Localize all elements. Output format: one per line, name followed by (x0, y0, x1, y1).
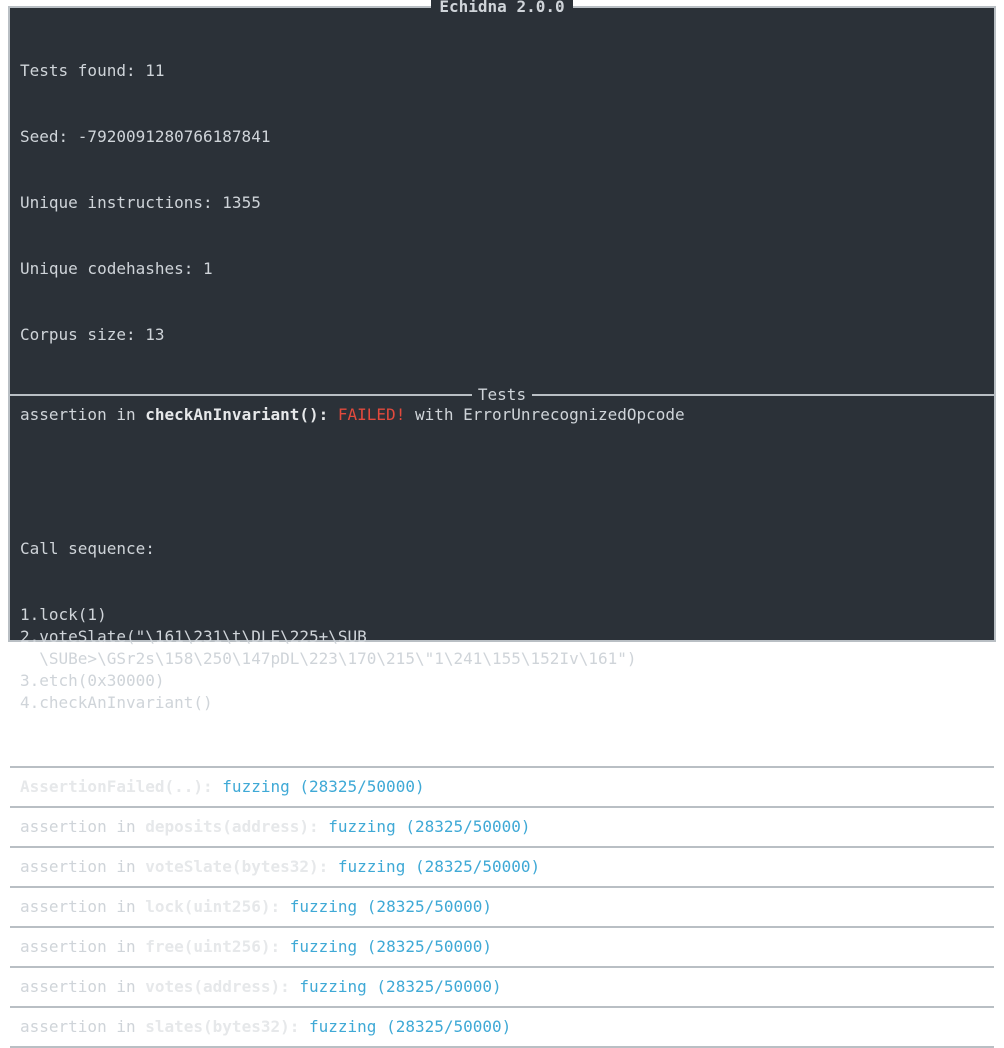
fuzzing-tests: AssertionFailed(..): fuzzing (28325/5000… (10, 768, 994, 1048)
test-row-fuzzing: assertion in slates(bytes32): fuzzing (2… (10, 1008, 994, 1048)
test-name: deposits(address): (145, 817, 328, 836)
blank-line (20, 472, 984, 494)
test-name: voteSlate(bytes32): (145, 857, 338, 876)
test-name: AssertionFailed(..): (20, 777, 222, 796)
test-status: fuzzing (28325/50000) (309, 1017, 511, 1036)
test-name: votes(address): (145, 977, 299, 996)
test-name: slates(bytes32): (145, 1017, 309, 1036)
test-prefix: assertion in (20, 857, 145, 876)
test-row-fuzzing: AssertionFailed(..): fuzzing (28325/5000… (10, 768, 994, 808)
test-row-fuzzing: assertion in lock(uint256): fuzzing (283… (10, 888, 994, 928)
test-prefix: assertion in (20, 817, 145, 836)
terminal-window: Echidna 2.0.0 Tests found: 11 Seed: -792… (8, 6, 996, 642)
summary-unique-instructions: Unique instructions: 1355 (20, 192, 984, 214)
test-row-fuzzing: assertion in voteSlate(bytes32): fuzzing… (10, 848, 994, 888)
test-status: fuzzing (28325/50000) (338, 857, 540, 876)
call-sequence-line: 1.lock(1) (20, 604, 984, 626)
test-row-fuzzing: assertion in deposits(address): fuzzing … (10, 808, 994, 848)
call-sequence-lines: 1.lock(1)2.voteSlate("\161\231\t\DLE\225… (20, 604, 984, 714)
tests-list: assertion in checkAnInvariant(): FAILED!… (10, 396, 994, 1048)
call-sequence-label: Call sequence: (20, 538, 984, 560)
call-sequence-line: 3.etch(0x30000) (20, 670, 984, 692)
test-row-failed: assertion in checkAnInvariant(): FAILED!… (10, 396, 994, 768)
tests-section-divider: Tests (10, 394, 994, 396)
test-prefix: assertion in (20, 897, 145, 916)
summary-corpus-size: Corpus size: 13 (20, 324, 984, 346)
test-row-fuzzing: assertion in free(uint256): fuzzing (283… (10, 928, 994, 968)
test-failed-header: assertion in checkAnInvariant(): FAILED!… (10, 396, 994, 426)
test-prefix: assertion in (20, 937, 145, 956)
call-sequence-line: \SUBe>\GSr2s\158\250\147pDL\223\170\215\… (20, 648, 984, 670)
test-prefix: assertion in (20, 1017, 145, 1036)
summary-seed: Seed: -7920091280766187841 (20, 126, 984, 148)
test-row-fuzzing: assertion in votes(address): fuzzing (28… (10, 968, 994, 1008)
test-status: fuzzing (28325/50000) (290, 897, 492, 916)
test-status: fuzzing (28325/50000) (222, 777, 424, 796)
call-sequence-line: 4.checkAnInvariant() (20, 692, 984, 714)
test-status: fuzzing (28325/50000) (328, 817, 530, 836)
summary-unique-codehashes: Unique codehashes: 1 (20, 258, 984, 280)
test-name: lock(uint256): (145, 897, 290, 916)
summary-panel: Tests found: 11 Seed: -79200912807661878… (10, 8, 994, 394)
test-prefix: assertion in (20, 977, 145, 996)
summary-tests-found: Tests found: 11 (20, 60, 984, 82)
call-sequence-line: 2.voteSlate("\161\231\t\DLE\225+\SUB (20, 626, 984, 648)
test-status: fuzzing (28325/50000) (290, 937, 492, 956)
test-status: fuzzing (28325/50000) (299, 977, 501, 996)
call-sequence: Call sequence: 1.lock(1)2.voteSlate("\16… (10, 426, 994, 766)
test-name: free(uint256): (145, 937, 290, 956)
